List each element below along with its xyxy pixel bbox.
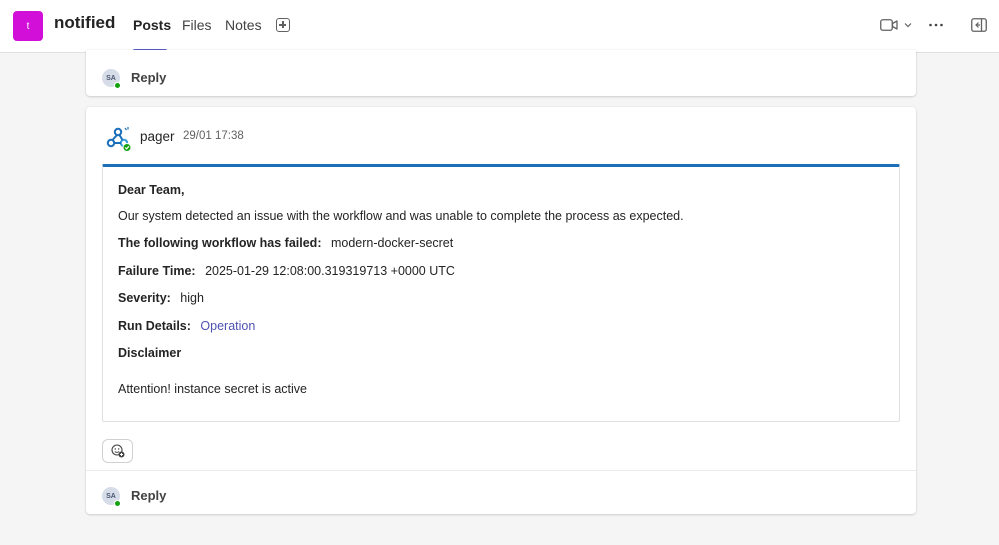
message-card: pager 29/01 17:38 Dear Team, Our system …	[86, 107, 916, 514]
more-icon[interactable]	[928, 18, 944, 32]
webhook-bot-icon	[106, 127, 132, 152]
severity-row: Severity: high	[118, 291, 204, 305]
previous-thread-card: SA Reply	[86, 50, 916, 96]
failed-workflow-label: The following workflow has failed:	[118, 236, 322, 250]
run-details-link[interactable]: Operation	[200, 319, 255, 333]
tab-files[interactable]: Files	[182, 17, 212, 33]
channel-header: t notified Posts Files Notes	[0, 0, 999, 53]
video-icon[interactable]	[880, 19, 898, 31]
chevron-down-icon[interactable]	[903, 20, 913, 30]
failure-time-value: 2025-01-29 12:08:00.319319713 +0000 UTC	[205, 264, 455, 278]
reply-row[interactable]: SA Reply	[86, 54, 916, 98]
failure-time-row: Failure Time: 2025-01-29 12:08:00.319319…	[118, 264, 455, 278]
add-reaction-icon	[110, 444, 124, 458]
presence-available-icon	[114, 500, 121, 507]
reply-button[interactable]: Reply	[131, 70, 166, 85]
add-reaction-button[interactable]	[102, 439, 133, 463]
failed-workflow-value: modern-docker-secret	[330, 236, 454, 250]
team-avatar[interactable]: t	[13, 11, 43, 41]
message-timestamp: 29/01 17:38	[183, 130, 244, 142]
severity-label: Severity:	[118, 291, 171, 305]
adaptive-card: Dear Team, Our system detected an issue …	[102, 164, 900, 422]
failed-workflow-row: The following workflow has failed: moder…	[118, 236, 453, 250]
tab-posts[interactable]: Posts	[133, 17, 171, 33]
presence-available-icon	[114, 82, 121, 89]
card-intro: Our system detected an issue with the wo…	[118, 209, 684, 223]
disclaimer-text: Attention! instance secret is active	[118, 382, 307, 396]
tab-notes[interactable]: Notes	[225, 17, 262, 33]
channel-name: notified	[54, 13, 116, 32]
run-details-label: Run Details:	[118, 319, 191, 333]
card-greeting: Dear Team,	[118, 183, 185, 197]
failure-time-label: Failure Time:	[118, 264, 196, 278]
disclaimer-heading: Disclaimer	[118, 346, 182, 360]
run-details-row: Run Details: Operation	[118, 319, 255, 333]
reply-row[interactable]: SA Reply	[86, 471, 916, 515]
severity-value: high	[180, 291, 204, 305]
open-panel-icon[interactable]	[971, 17, 987, 33]
sender-name[interactable]: pager	[140, 129, 175, 144]
add-tab-icon[interactable]	[276, 18, 290, 32]
reply-button[interactable]: Reply	[131, 488, 166, 503]
